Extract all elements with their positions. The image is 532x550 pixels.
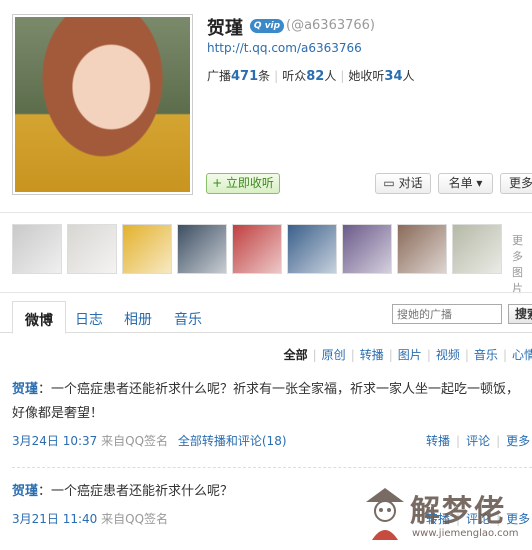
chat-icon: ▭: [383, 176, 399, 190]
listener-stat[interactable]: 听众82人: [282, 69, 336, 84]
watermark-logo-icon: [366, 488, 404, 540]
post-source: 来自QQ签名: [101, 434, 169, 448]
post-actions: 转播 | 评论 | 更多: [426, 434, 531, 448]
avatar-photo: [15, 17, 190, 192]
profile-avatar[interactable]: [12, 14, 193, 195]
photo-thumbnail[interactable]: [397, 224, 447, 274]
post-time-link[interactable]: 3月24日 10:37: [12, 434, 97, 448]
following-stat[interactable]: 她收听34人: [348, 69, 414, 84]
divider: [12, 467, 532, 468]
search-input[interactable]: [392, 304, 502, 324]
photo-thumbnail[interactable]: [177, 224, 227, 274]
search-button[interactable]: 搜索: [508, 304, 532, 324]
filter-repost[interactable]: 转播: [360, 348, 384, 362]
tab-weibo[interactable]: 微博: [12, 301, 66, 334]
watermark: 解梦佬 www.jiemenglao.com: [362, 484, 532, 546]
list-dropdown-button[interactable]: 名单 ▾: [438, 173, 493, 194]
follow-button[interactable]: + 立即收听: [206, 173, 280, 194]
chat-button[interactable]: ▭ 对话: [375, 173, 431, 194]
post-time-link[interactable]: 3月21日 11:40: [12, 512, 97, 526]
more-photos-link[interactable]: 更多 图片: [512, 233, 532, 297]
broadcast-stat[interactable]: 广播471条: [207, 69, 270, 84]
filter-image[interactable]: 图片: [398, 348, 422, 362]
watermark-site: www.jiemenglao.com: [412, 528, 519, 539]
post-item: 贺瑾：一个癌症患者还能祈求什么呢？祈求有一张全家福，祈求一家人坐一起吃一顿饭，好…: [12, 378, 531, 448]
post-text: 贺瑾：一个癌症患者还能祈求什么呢？祈求有一张全家福，祈求一家人坐一起吃一顿饭，好…: [12, 378, 527, 426]
filter-music[interactable]: 音乐: [474, 348, 498, 362]
photo-thumbnail[interactable]: [232, 224, 282, 274]
tab-album[interactable]: 相册: [124, 309, 152, 329]
photo-thumbnail[interactable]: [287, 224, 337, 274]
post-author-link[interactable]: 贺瑾: [12, 484, 38, 499]
profile-stats: 广播471条 | 听众82人 | 她收听34人: [207, 69, 415, 84]
profile-handle: (@a6363766): [286, 18, 376, 33]
divider: [0, 212, 532, 213]
more-button[interactable]: 更多: [500, 173, 532, 194]
divider: [0, 292, 532, 293]
post-body: ：一个癌症患者还能祈求什么呢？祈求有一张全家福，祈求一家人坐一起吃一顿饭，好像都…: [12, 382, 520, 421]
photo-thumbnail[interactable]: [342, 224, 392, 274]
profile-name: 贺瑾: [207, 18, 243, 39]
post-body: ：一个癌症患者还能祈求什么呢？: [38, 484, 234, 499]
photo-thumbnail[interactable]: [122, 224, 172, 274]
filter-mood[interactable]: 心情: [512, 348, 532, 362]
profile-url-link[interactable]: http://t.qq.com/a6363766: [207, 41, 362, 55]
filter-video[interactable]: 视频: [436, 348, 460, 362]
tab-blog[interactable]: 日志: [75, 309, 103, 329]
vip-badge-icon[interactable]: Q vip: [250, 19, 284, 33]
tab-music[interactable]: 音乐: [174, 309, 202, 329]
photo-thumbnail[interactable]: [12, 224, 62, 274]
watermark-title: 解梦佬: [410, 494, 506, 529]
post-author-link[interactable]: 贺瑾: [12, 382, 38, 397]
filter-original[interactable]: 原创: [322, 348, 346, 362]
comment-button[interactable]: 评论: [466, 434, 490, 448]
post-source: 来自QQ签名: [101, 512, 169, 526]
post-filter: 全部 | 原创 | 转播 | 图片 | 视频 | 音乐 | 心情: [284, 346, 532, 363]
all-reposts-link[interactable]: 全部转播和评论(18): [178, 434, 287, 448]
filter-all[interactable]: 全部: [284, 348, 308, 362]
repost-button[interactable]: 转播: [426, 434, 450, 448]
post-meta: 3月24日 10:37 来自QQ签名 全部转播和评论(18) 转播 | 评论 | 更多: [12, 432, 531, 448]
photo-thumbnail[interactable]: [452, 224, 502, 274]
post-more-button[interactable]: 更多: [506, 434, 530, 448]
photo-thumbnail[interactable]: [67, 224, 117, 274]
